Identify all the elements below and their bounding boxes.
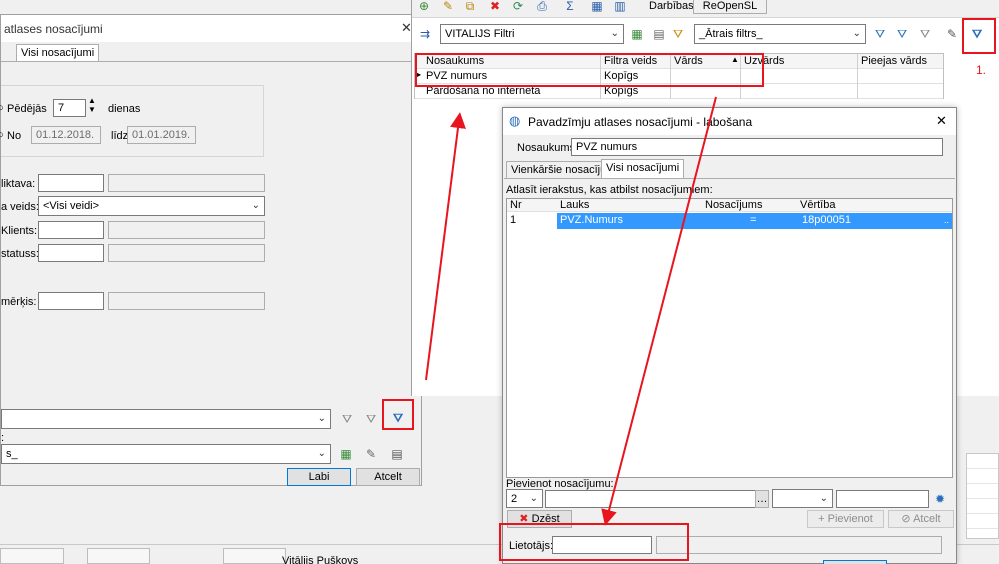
annotation-arrows	[425, 96, 717, 526]
annotation-arrow-up	[425, 112, 466, 381]
annotation-arrow-down	[601, 96, 717, 526]
